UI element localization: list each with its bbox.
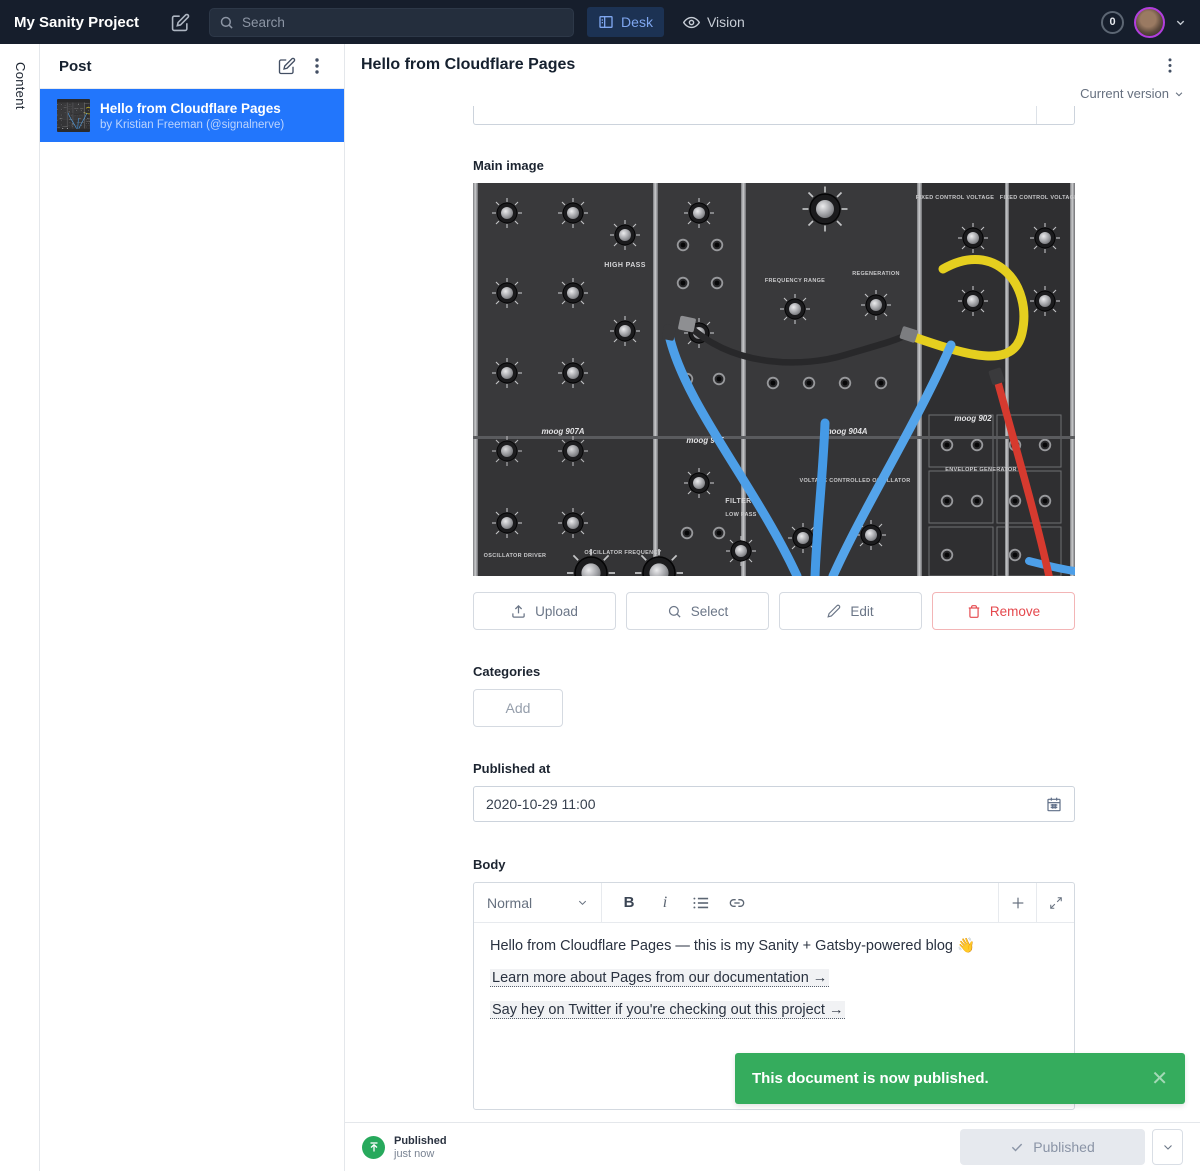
- select-button[interactable]: Select: [626, 592, 769, 630]
- compose-icon: [171, 13, 190, 32]
- plus-icon: [1010, 895, 1026, 911]
- search-icon: [219, 15, 234, 30]
- upload-button-label: Upload: [535, 604, 578, 619]
- pane-header: Post: [40, 44, 344, 89]
- version-selector[interactable]: Current version: [361, 86, 1184, 101]
- chevron-down-icon: [1174, 89, 1184, 99]
- top-navbar: My Sanity Project Desk Vision 0: [0, 0, 1200, 44]
- check-icon: [1010, 1140, 1024, 1154]
- compose-icon: [278, 57, 296, 75]
- tool-switcher: Desk Vision: [587, 7, 756, 37]
- upload-button[interactable]: Upload: [473, 592, 616, 630]
- body-link[interactable]: Learn more about Pages from our document…: [490, 969, 829, 987]
- list-item-title: Hello from Cloudflare Pages: [100, 101, 284, 116]
- bold-button[interactable]: B: [612, 886, 646, 920]
- field-label: Main image: [473, 158, 1075, 173]
- global-search[interactable]: [209, 8, 574, 37]
- fullscreen-button[interactable]: [1036, 883, 1074, 922]
- pane-menu-button[interactable]: [302, 51, 332, 81]
- field-categories: Categories Add: [473, 664, 1075, 727]
- document-title: Hello from Cloudflare Pages: [361, 56, 1156, 74]
- toast-close-icon[interactable]: ✕: [1151, 1069, 1168, 1089]
- tab-vision-label: Vision: [707, 14, 745, 30]
- add-category-button[interactable]: Add: [473, 689, 563, 727]
- bullet-list-icon: [693, 896, 709, 910]
- kebab-icon: [315, 58, 319, 74]
- published-at-value: 2020-10-29 11:00: [486, 796, 1046, 812]
- version-label: Current version: [1080, 86, 1169, 101]
- published-at-input[interactable]: 2020-10-29 11:00: [473, 786, 1075, 822]
- field-label: Categories: [473, 664, 1075, 679]
- chevron-down-icon: [1162, 1141, 1174, 1153]
- kebab-icon: [1168, 58, 1172, 73]
- calendar-button[interactable]: [1046, 796, 1062, 812]
- eye-icon: [683, 14, 700, 31]
- desk-icon: [598, 14, 614, 30]
- search-icon: [667, 604, 682, 619]
- remove-button[interactable]: Remove: [932, 592, 1075, 630]
- editor-content[interactable]: Hello from Cloudflare Pages — this is my…: [474, 923, 1074, 1047]
- content-rail[interactable]: Content: [0, 44, 40, 1171]
- search-input[interactable]: [242, 15, 542, 30]
- publish-status[interactable]: Published just now: [362, 1135, 447, 1160]
- body-paragraph[interactable]: Hello from Cloudflare Pages — this is my…: [490, 937, 1058, 954]
- pane-title: Post: [59, 58, 272, 75]
- link-icon: [729, 895, 745, 911]
- user-menu-chevron-icon[interactable]: [1175, 17, 1186, 28]
- edit-button-label: Edit: [850, 604, 873, 619]
- clipped-field-input[interactable]: [473, 106, 1075, 125]
- style-selector[interactable]: Normal: [474, 883, 602, 922]
- edit-button[interactable]: Edit: [779, 592, 922, 630]
- trash-icon: [967, 604, 981, 619]
- tab-vision[interactable]: Vision: [672, 7, 756, 37]
- list-item[interactable]: Hello from Cloudflare Pages by Kristian …: [40, 89, 344, 142]
- field-label: Body: [473, 857, 1075, 872]
- notifications-badge[interactable]: 0: [1101, 11, 1124, 34]
- content-rail-label: Content: [13, 62, 28, 110]
- chevron-down-icon: [577, 897, 588, 908]
- italic-button[interactable]: i: [648, 886, 682, 920]
- project-title: My Sanity Project: [14, 14, 139, 31]
- publish-menu-button[interactable]: [1152, 1129, 1183, 1165]
- list-item-thumbnail: [57, 99, 90, 132]
- document-pane: Hello from Cloudflare Pages Current vers…: [345, 44, 1200, 1171]
- document-menu-button[interactable]: [1156, 51, 1184, 79]
- field-label: Published at: [473, 761, 1075, 776]
- select-button-label: Select: [691, 604, 729, 619]
- publish-button[interactable]: Published: [960, 1129, 1145, 1165]
- compose-button[interactable]: [165, 7, 195, 37]
- upload-icon: [511, 604, 526, 619]
- list-item-subtitle: by Kristian Freeman (@signalnerve): [100, 119, 284, 131]
- bullet-list-button[interactable]: [684, 886, 718, 920]
- expand-icon: [1049, 896, 1063, 910]
- style-selector-value: Normal: [487, 895, 532, 911]
- publish-button-label: Published: [1033, 1139, 1095, 1155]
- link-button[interactable]: [720, 886, 754, 920]
- add-category-label: Add: [506, 700, 531, 716]
- post-list-pane: Post Hello from Cloudflare Pages by Kris…: [40, 44, 345, 1171]
- document-form: Main image Upload Select Edit: [345, 106, 1200, 1122]
- main-image-preview[interactable]: [473, 183, 1075, 576]
- pencil-icon: [827, 604, 841, 618]
- remove-button-label: Remove: [990, 604, 1040, 619]
- body-link[interactable]: Say hey on Twitter if you're checking ou…: [490, 1001, 845, 1019]
- avatar[interactable]: [1134, 7, 1165, 38]
- calendar-icon: [1046, 796, 1062, 812]
- publish-status-title: Published: [394, 1135, 447, 1147]
- document-footer: Published just now Published: [345, 1122, 1200, 1171]
- field-main-image: Main image Upload Select Edit: [473, 158, 1075, 630]
- publish-status-time: just now: [394, 1148, 447, 1160]
- editor-toolbar: Normal B i: [474, 883, 1074, 923]
- published-status-icon: [362, 1136, 385, 1159]
- publish-toast: This document is now published. ✕: [735, 1053, 1185, 1104]
- field-published-at: Published at 2020-10-29 11:00: [473, 761, 1075, 822]
- document-header: Hello from Cloudflare Pages Current vers…: [345, 44, 1200, 106]
- tab-desk[interactable]: Desk: [587, 7, 664, 37]
- toast-message: This document is now published.: [752, 1070, 1151, 1087]
- tab-desk-label: Desk: [621, 14, 653, 30]
- new-document-button[interactable]: [272, 51, 302, 81]
- insert-block-button[interactable]: [998, 883, 1036, 922]
